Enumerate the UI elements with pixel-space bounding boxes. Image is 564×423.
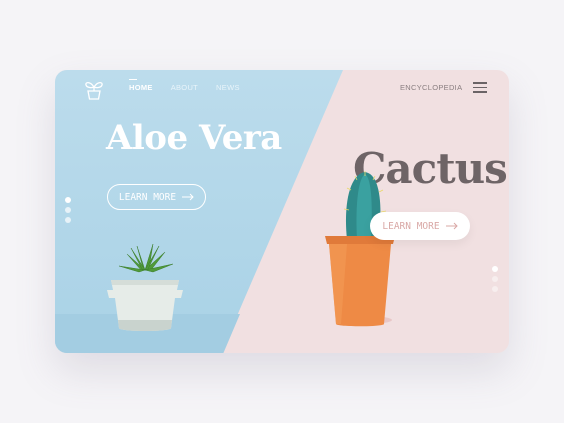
plant-logo-icon[interactable] [83,78,105,100]
hamburger-menu-icon[interactable] [473,82,487,93]
nav-home[interactable]: HOME [129,79,153,92]
aloe-title: Aloe Vera [106,118,282,158]
hero-card: HOME ABOUT NEWS ENCYCLOPEDIA Aloe Vera L… [55,70,509,353]
arrow-right-icon [182,193,194,201]
cactus-learn-more-label: LEARN MORE [382,220,440,232]
nav-news[interactable]: NEWS [216,83,240,92]
arrow-right-icon [445,222,458,230]
cactus-learn-more-button[interactable]: LEARN MORE [370,212,470,240]
cactus-pagination [492,266,498,296]
aloe-learn-more-button[interactable]: LEARN MORE [107,184,206,210]
cactus-plant-image [325,171,395,327]
nav-encyclopedia[interactable]: ENCYCLOPEDIA [400,83,462,92]
aloe-learn-more-label: LEARN MORE [118,191,177,203]
cactus-page-dot[interactable] [492,286,498,292]
aloe-page-dot[interactable] [65,217,71,223]
cactus-page-dot[interactable] [492,276,498,282]
aloe-plant-image [107,243,183,331]
aloe-page-dot[interactable] [65,197,71,203]
aloe-pagination [65,197,71,227]
cactus-page-dot[interactable] [492,266,498,272]
nav-about[interactable]: ABOUT [171,83,198,92]
aloe-page-dot[interactable] [65,207,71,213]
main-nav: HOME ABOUT NEWS [129,79,240,92]
